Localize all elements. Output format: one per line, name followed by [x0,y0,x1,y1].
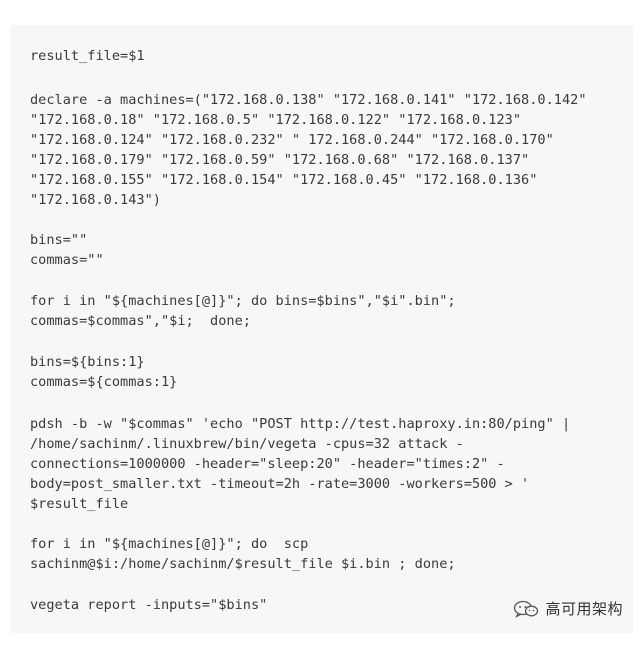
code-line: for i in "${machines[@]}"; do scp [30,536,309,552]
watermark-text: 高可用架构 [545,600,623,618]
code-line: body=post_smaller.txt -timeout=2h -rate=… [30,476,530,492]
code-line: bins="" [30,232,88,248]
code-line: "172.168.0.124" "172.168.0.232" " 172.16… [30,132,554,148]
code-line: "172.168.0.155" "172.168.0.154" "172.168… [30,172,538,188]
wechat-icon [514,600,539,618]
watermark: 高可用架构 [513,598,623,619]
code-line: bins=${bins:1} [30,354,145,370]
code-line: "172.168.0.143") [30,192,161,208]
code-line: "172.168.0.18" "172.168.0.5" "172.168.0.… [30,112,522,128]
code-line: declare -a machines=("172.168.0.138" "17… [30,92,587,108]
code-line: /home/sachinm/.linuxbrew/bin/vegeta -cpu… [30,436,464,452]
code-line: for i in "${machines[@]}"; do bins=$bins… [30,293,456,309]
code-line: result_file=$1 [30,48,145,64]
code-line: sachinm@$i:/home/sachinm/$result_file $i… [30,556,456,572]
code-line: commas=${commas:1} [30,374,178,390]
code-line: connections=1000000 -header="sleep:20" -… [30,456,505,472]
code-line: commas="" [30,252,104,268]
code-line: commas=$commas","$i; done; [30,313,251,329]
code-line: "172.168.0.179" "172.168.0.59" "172.168.… [30,152,530,168]
code-line: pdsh -b -w "$commas" 'echo "POST http://… [30,416,571,432]
code-block: result_file=$1 declare -a machines=("172… [10,25,633,633]
code-line: vegeta report -inputs="$bins" [30,597,268,613]
code-line: $result_file [30,496,129,512]
